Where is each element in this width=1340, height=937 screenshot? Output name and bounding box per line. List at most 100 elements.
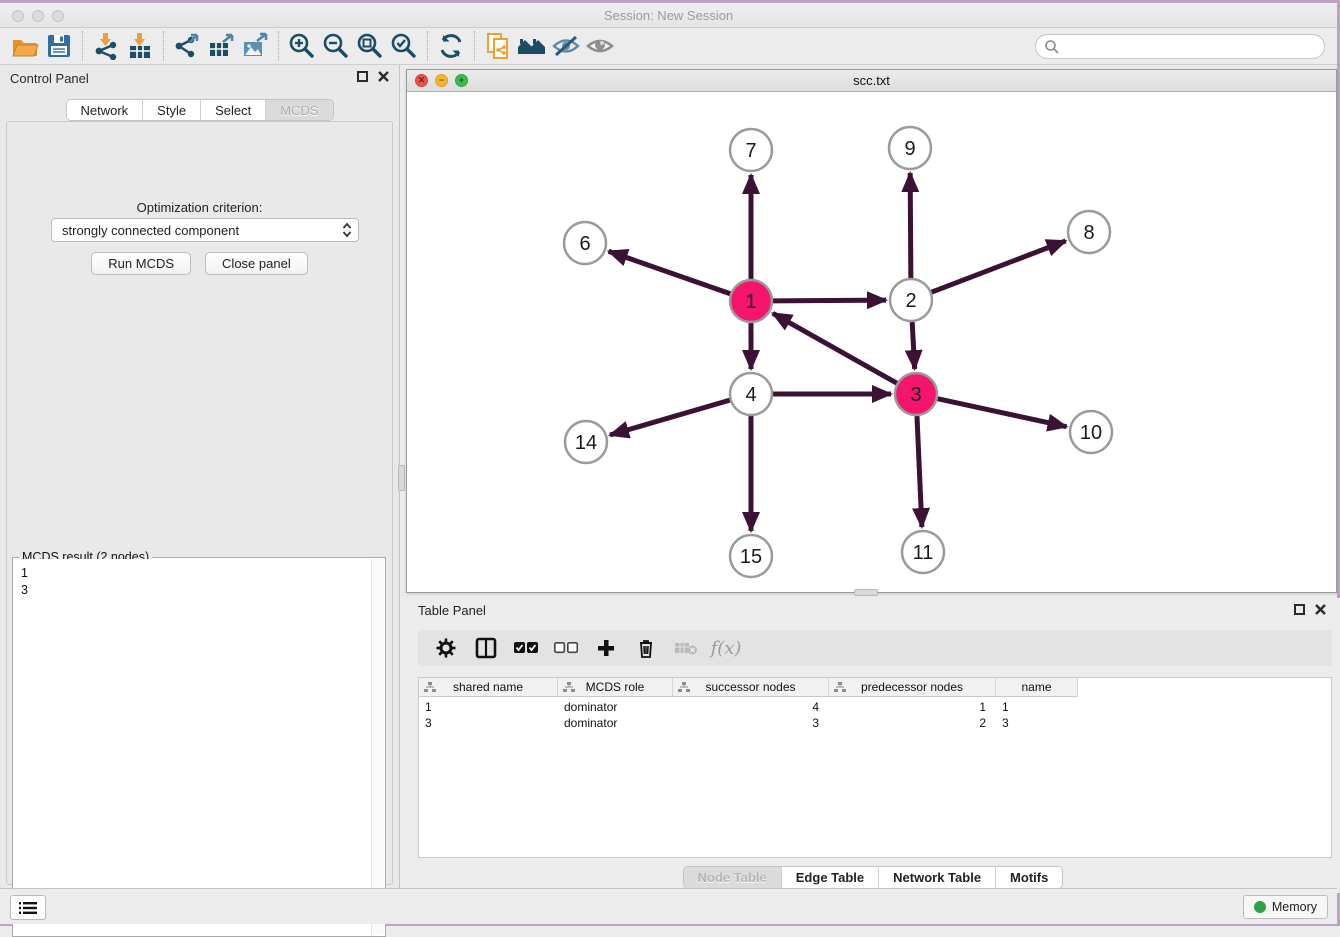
zoom-fit-icon[interactable] <box>353 31 387 61</box>
network-canvas[interactable]: 1234678910111415 <box>407 92 1336 592</box>
window-title: Session: New Session <box>0 8 1337 23</box>
export-network-icon[interactable] <box>170 31 204 61</box>
edge-2-9[interactable] <box>910 173 911 278</box>
table-row[interactable]: 3 dominator 3 2 3 <box>419 715 1331 731</box>
table-panel: Table Panel <box>406 598 1340 893</box>
mcds-result-list[interactable]: 1 3 <box>14 559 371 935</box>
copy-current-style-icon[interactable] <box>481 31 515 61</box>
main-toolbar <box>0 28 1337 65</box>
task-history-button[interactable] <box>10 895 46 920</box>
cell-predecessor-nodes[interactable]: 1 <box>829 699 996 715</box>
cell-shared-name[interactable]: 3 <box>419 715 558 731</box>
select-all-checkboxes-icon[interactable] <box>508 633 544 663</box>
float-panel-icon[interactable] <box>357 71 368 82</box>
edge-1-2[interactable] <box>773 300 886 301</box>
add-column-icon[interactable] <box>588 633 624 663</box>
node-label-14: 14 <box>575 432 597 454</box>
tab-style[interactable]: Style <box>143 100 201 120</box>
cell-successor-nodes[interactable]: 3 <box>673 715 829 731</box>
control-panel-title: Control Panel <box>10 71 89 86</box>
hide-selected-icon[interactable] <box>549 31 583 61</box>
memory-label: Memory <box>1272 900 1317 914</box>
delete-table-icon <box>668 633 704 663</box>
run-mcds-button[interactable]: Run MCDS <box>91 252 191 275</box>
node-label-3: 3 <box>910 384 921 406</box>
attribute-icon <box>678 682 690 693</box>
tab-edge-table[interactable]: Edge Table <box>782 867 879 888</box>
column-header-mcds-role[interactable]: MCDS role <box>558 678 673 697</box>
show-all-icon[interactable] <box>583 31 617 61</box>
status-bar: Memory <box>0 888 1337 924</box>
attribute-icon <box>563 682 575 693</box>
tab-node-table[interactable]: Node Table <box>684 867 782 888</box>
optimization-criterion-label: Optimization criterion: <box>7 200 392 215</box>
column-header-predecessor-nodes[interactable]: predecessor nodes <box>829 678 996 697</box>
cell-name[interactable]: 3 <box>996 715 1078 731</box>
close-panel-button[interactable]: Close panel <box>205 252 308 275</box>
edge-3-11[interactable] <box>917 416 922 527</box>
cell-mcds-role[interactable]: dominator <box>558 715 673 731</box>
node-label-7: 7 <box>745 140 756 162</box>
function-builder-icon: f(x) <box>708 633 744 663</box>
node-label-15: 15 <box>740 546 762 568</box>
save-session-icon[interactable] <box>42 31 76 61</box>
result-scrollbar[interactable] <box>371 559 384 935</box>
export-table-icon[interactable] <box>204 31 238 61</box>
edge-4-14[interactable] <box>610 400 730 435</box>
deselect-all-checkboxes-icon[interactable] <box>548 633 584 663</box>
tab-select[interactable]: Select <box>201 100 266 120</box>
table-panel-title: Table Panel <box>418 603 486 618</box>
cell-filler <box>1078 715 1331 731</box>
node-table[interactable]: shared name MCDS role successor nodes pr… <box>418 677 1332 858</box>
close-panel-icon[interactable] <box>378 71 389 82</box>
export-image-icon[interactable] <box>238 31 272 61</box>
memory-button[interactable]: Memory <box>1243 895 1328 919</box>
tab-mcds[interactable]: MCDS <box>266 100 332 120</box>
delete-column-icon[interactable] <box>628 633 664 663</box>
cell-predecessor-nodes[interactable]: 2 <box>829 715 996 731</box>
search-input[interactable] <box>1060 37 1324 57</box>
column-header-successor-nodes[interactable]: successor nodes <box>673 678 829 697</box>
apply-layout-icon[interactable] <box>434 31 468 61</box>
cell-filler <box>1078 699 1331 715</box>
first-neighbors-icon[interactable] <box>515 31 549 61</box>
search-box[interactable] <box>1035 34 1325 59</box>
table-tabs: Node Table Edge Table Network Table Moti… <box>406 866 1340 889</box>
cell-mcds-role[interactable]: dominator <box>558 699 673 715</box>
cell-name[interactable]: 1 <box>996 699 1078 715</box>
chevron-up-down-icon <box>342 222 352 238</box>
edge-3-10[interactable] <box>937 399 1066 427</box>
attribute-icon <box>834 682 846 693</box>
open-session-icon[interactable] <box>8 31 42 61</box>
column-header-name[interactable]: name <box>996 678 1078 697</box>
cell-successor-nodes[interactable]: 4 <box>673 699 829 715</box>
table-options-gear-icon[interactable] <box>428 633 464 663</box>
edge-2-8[interactable] <box>932 241 1066 292</box>
node-label-10: 10 <box>1080 422 1102 444</box>
tab-network[interactable]: Network <box>66 100 143 120</box>
import-table-icon[interactable] <box>123 31 157 61</box>
edge-2-3[interactable] <box>912 322 915 369</box>
import-network-icon[interactable] <box>89 31 123 61</box>
table-header-row: shared name MCDS role successor nodes pr… <box>419 678 1331 697</box>
vertical-splitter-grip[interactable] <box>398 465 405 491</box>
close-table-panel-icon[interactable] <box>1315 604 1326 615</box>
table-row[interactable]: 1 dominator 4 1 1 <box>419 699 1331 715</box>
network-window-titlebar[interactable]: ✕ − + scc.txt <box>407 70 1336 92</box>
tab-network-table[interactable]: Network Table <box>879 867 996 888</box>
criterion-dropdown[interactable]: strongly connected component <box>51 218 359 242</box>
node-label-6: 6 <box>579 233 590 255</box>
edge-3-1[interactable] <box>773 313 897 383</box>
horizontal-splitter-grip[interactable] <box>854 589 878 596</box>
network-graph[interactable]: 1234678910111415 <box>407 92 1336 593</box>
tab-motifs[interactable]: Motifs <box>996 867 1062 888</box>
zoom-out-icon[interactable] <box>319 31 353 61</box>
cell-shared-name[interactable]: 1 <box>419 699 558 715</box>
zoom-selected-icon[interactable] <box>387 31 421 61</box>
float-table-panel-icon[interactable] <box>1294 604 1305 615</box>
show-column-icon[interactable] <box>468 633 504 663</box>
attribute-icon <box>424 682 436 693</box>
zoom-in-icon[interactable] <box>285 31 319 61</box>
edge-1-6[interactable] <box>609 251 731 293</box>
column-header-shared-name[interactable]: shared name <box>419 678 558 697</box>
